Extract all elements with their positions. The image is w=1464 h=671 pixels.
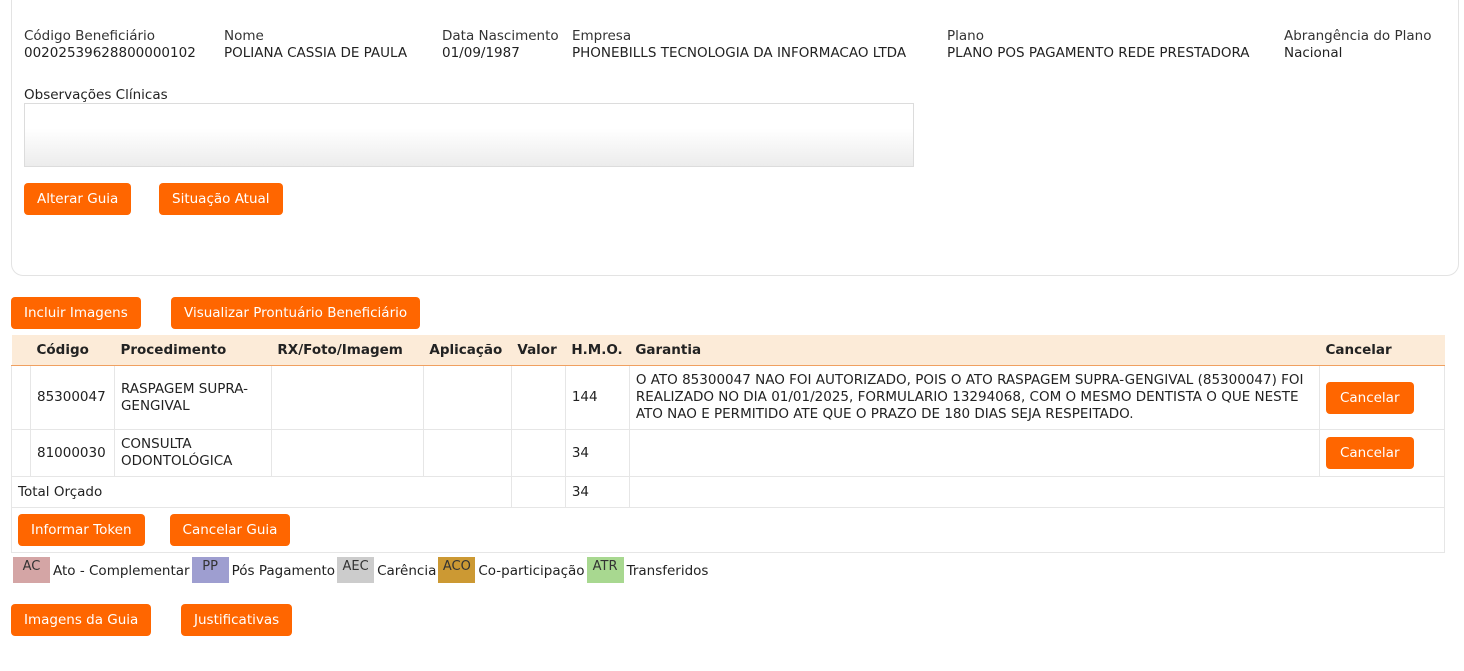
legend-swatch-pp: PP xyxy=(191,557,229,583)
alterar-guia-button[interactable]: Alterar Guia xyxy=(24,183,132,215)
field-plano: Plano PLANO POS PAGAMENTO REDE PRESTADOR… xyxy=(947,28,1250,62)
situacao-atual-button[interactable]: Situação Atual xyxy=(159,183,283,215)
header-garantia: Garantia xyxy=(629,335,1320,366)
cell-valor xyxy=(510,365,566,430)
cell-hmo: 144 xyxy=(564,365,630,430)
legend-label-aec: Carência xyxy=(377,563,437,579)
header-cancelar: Cancelar xyxy=(1319,335,1445,366)
total-blank xyxy=(628,476,1446,508)
header-blank xyxy=(11,335,31,366)
cancelar-item-button[interactable]: Cancelar xyxy=(1325,437,1414,469)
abrangencia-label: Abrangência do Plano xyxy=(1284,28,1432,44)
visualizar-prontuario-button[interactable]: Visualizar Prontuário Beneficiário xyxy=(171,297,421,329)
nome-label: Nome xyxy=(224,28,264,44)
empresa-label: Empresa xyxy=(572,28,632,44)
total-valor xyxy=(510,476,566,508)
plano-value: PLANO POS PAGAMENTO REDE PRESTADORA xyxy=(947,45,1250,61)
cell-codigo: 81000030 xyxy=(29,429,115,477)
legend-swatch-aco: ACO xyxy=(438,557,476,583)
justificativas-button[interactable]: Justificativas xyxy=(181,604,293,636)
table-row: 81000030 CONSULTA ODONTOLÓGICA 34 Cancel… xyxy=(11,429,1446,477)
legend-swatch-aec: AEC xyxy=(337,557,375,583)
nome-value: POLIANA CASSIA DE PAULA xyxy=(224,45,408,61)
table-actions-cell: Informar Token Cancelar Guia xyxy=(11,507,1445,553)
header-procedimento: Procedimento xyxy=(114,335,272,366)
cell-rx xyxy=(270,365,424,430)
field-abrangencia: Abrangência do Plano Nacional xyxy=(1284,28,1431,62)
header-rx: RX/Foto/Imagem xyxy=(271,335,424,366)
field-empresa: Empresa PHONEBILLS TECNOLOGIA DA INFORMA… xyxy=(572,28,906,62)
field-data-nascimento: Data Nascimento 01/09/1987 xyxy=(442,28,559,62)
table-actions-row: Informar Token Cancelar Guia xyxy=(11,507,1445,553)
field-codigo-beneficiario: Código Beneficiário 00202539628800000102 xyxy=(24,28,196,62)
table-header-row: Código Procedimento RX/Foto/Imagem Aplic… xyxy=(11,335,1445,366)
codigo-beneficiario-label: Código Beneficiário xyxy=(24,28,156,44)
cell-aplicacao xyxy=(422,365,512,430)
cancelar-item-button[interactable]: Cancelar xyxy=(1325,381,1414,414)
cell-procedimento: CONSULTA ODONTOLÓGICA xyxy=(113,429,272,477)
incluir-imagens-button[interactable]: Incluir Imagens xyxy=(11,297,141,329)
header-hmo: H.M.O. xyxy=(565,335,630,366)
row-marker xyxy=(11,429,31,477)
header-codigo: Código xyxy=(30,335,115,366)
table-actions: Informar Token Cancelar Guia xyxy=(18,514,1438,546)
cell-cancelar: Cancelar xyxy=(1318,429,1446,477)
legend-label-atr: Transferidos xyxy=(626,563,709,579)
row-marker xyxy=(11,365,31,430)
legend: AC Ato - Complementar PP Pós Pagamento A… xyxy=(13,557,710,583)
cell-valor xyxy=(510,429,566,477)
procedures-table: Código Procedimento RX/Foto/Imagem Aplic… xyxy=(11,335,1446,553)
abrangencia-value: Nacional xyxy=(1284,45,1343,61)
observacoes-label: Observações Clínicas xyxy=(24,87,168,103)
data-nascimento-label: Data Nascimento xyxy=(442,28,559,44)
cancelar-guia-button[interactable]: Cancelar Guia xyxy=(169,514,291,546)
legend-label-pp: Pós Pagamento xyxy=(231,563,336,579)
total-label: Total Orçado xyxy=(11,476,512,508)
legend-label-aco: Co-participação xyxy=(478,563,585,579)
plano-label: Plano xyxy=(947,28,984,44)
field-nome: Nome POLIANA CASSIA DE PAULA xyxy=(224,28,407,62)
imagens-da-guia-button[interactable]: Imagens da Guia xyxy=(11,604,152,636)
cell-garantia xyxy=(628,429,1320,477)
header-valor: Valor xyxy=(511,335,566,366)
cell-garantia: O ATO 85300047 NAO FOI AUTORIZADO, POIS … xyxy=(628,365,1320,430)
legend-swatch-atr: ATR xyxy=(586,557,624,583)
cell-procedimento: RASPAGEM SUPRA-GENGIVAL xyxy=(113,365,272,430)
total-hmo: 34 xyxy=(564,476,630,508)
table-row: 85300047 RASPAGEM SUPRA-GENGIVAL 144 O A… xyxy=(11,365,1446,430)
cell-hmo: 34 xyxy=(564,429,630,477)
cell-codigo: 85300047 xyxy=(29,365,115,430)
total-row: Total Orçado 34 xyxy=(11,476,1446,508)
informar-token-button[interactable]: Informar Token xyxy=(18,514,145,546)
legend-swatch-ac: AC xyxy=(13,557,50,583)
header-aplicacao: Aplicação xyxy=(423,335,512,366)
observacoes-textarea[interactable] xyxy=(24,103,914,167)
legend-label-ac: Ato - Complementar xyxy=(53,563,190,579)
cell-cancelar: Cancelar xyxy=(1318,365,1446,430)
cell-rx xyxy=(270,429,424,477)
empresa-value: PHONEBILLS TECNOLOGIA DA INFORMACAO LTDA xyxy=(572,45,907,61)
data-nascimento-value: 01/09/1987 xyxy=(442,45,520,61)
codigo-beneficiario-value: 00202539628800000102 xyxy=(24,45,196,61)
cell-aplicacao xyxy=(422,429,512,477)
